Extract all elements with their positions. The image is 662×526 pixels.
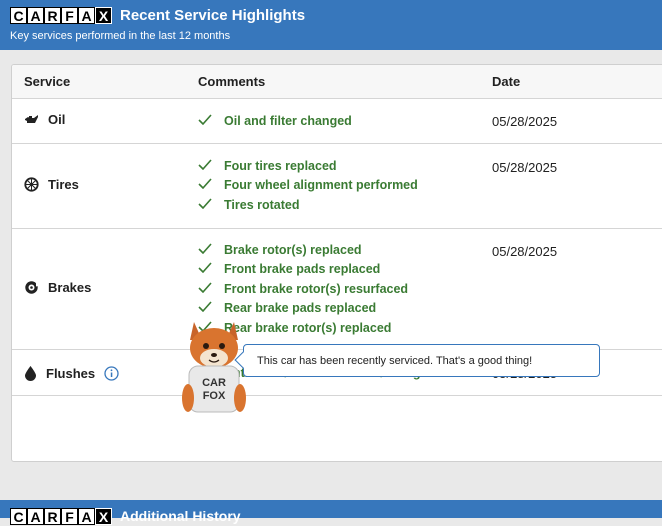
check-icon [198,262,212,276]
comment-text: Four wheel alignment performed [224,178,418,193]
mascot-message: This car has been recently serviced. Tha… [257,355,533,367]
logo-letter: C [10,508,27,525]
service-name: Flushes [46,365,96,381]
comment-text: Four tires replaced [224,158,337,173]
service-name: Tires [48,177,79,192]
comment-item: Tires rotated [198,195,418,215]
section-subtitle: Key services performed in the last 12 mo… [10,30,231,42]
carfox-mascot: CAR FOX [182,322,246,413]
comment-text: Oil and filter changed [224,113,352,128]
service-date: 05/28/2025 [492,114,558,129]
section-title: Additional History [120,508,241,524]
comment-item: Four wheel alignment performed [198,176,418,196]
comment-text: Front brake pads replaced [224,262,381,277]
section-title: Recent Service Highlights [120,7,306,24]
fox-shirt-text: CAR [202,377,226,389]
table-row: Oil Oil and filter changed 05/28/2025 [12,99,662,144]
logo-letter: R [44,7,61,24]
comments-cell: Four tires replaced Four wheel alignment… [198,156,418,215]
logo-letter: A [78,508,95,525]
comment-item: Front brake pads replaced [198,260,408,280]
logo-letter: A [27,508,44,525]
check-icon [198,282,212,296]
logo-letter: F [61,7,78,24]
check-icon [198,178,212,192]
service-cell: Flushes [24,365,128,381]
comment-item: Front brake rotor(s) resurfaced [198,279,408,299]
comment-text: Front brake rotor(s) resurfaced [224,281,409,296]
service-name: Brakes [48,280,92,295]
check-icon [198,301,212,315]
check-icon [198,243,212,257]
drop-icon [25,366,36,381]
table-header: Service Comments Date [12,65,662,99]
carfax-logo: C A R F A X [10,508,112,525]
section-header: C A R F A X Recent Service Highlights Ke… [0,0,662,50]
oil-can-icon [25,114,38,123]
column-header-comments: Comments [198,74,266,89]
fox-shirt-text: FOX [203,390,226,402]
tire-icon [24,177,39,192]
column-header-date: Date [492,74,521,89]
column-header-service: Service [24,74,71,89]
table-row: Tires Four tires replaced Four wheel ali… [12,144,662,229]
service-name: Oil [48,112,66,127]
logo-letter: A [27,7,44,24]
logo-letter: C [10,7,27,24]
logo-letter: F [61,508,78,525]
service-date: 05/28/2025 [492,244,558,259]
check-icon [198,114,212,128]
info-icon[interactable] [104,365,119,381]
service-cell: Oil [24,112,65,127]
carfax-logo: C A R F A X [10,7,112,24]
comment-text: Tires rotated [224,197,300,212]
comment-item: Four tires replaced [198,156,418,176]
logo-letter: X [95,7,112,24]
comments-cell: Oil and filter changed [198,111,352,131]
service-cell: Tires [24,177,79,192]
comment-text: Rear brake pads replaced [224,301,377,316]
comment-text: Brake rotor(s) replaced [224,242,362,257]
logo-letter: R [44,508,61,525]
next-section-header: C A R F A X Additional History [0,500,662,525]
comment-item: Oil and filter changed [198,111,352,131]
comment-item: Rear brake pads replaced [198,299,408,319]
table-row: Brakes Brake rotor(s) replaced Front bra… [12,229,662,350]
comment-item: Brake rotor(s) replaced [198,240,408,260]
service-cell: Brakes [24,280,91,295]
check-icon [198,159,212,173]
service-table-card: Service Comments Date Oil Oil and filter… [11,64,662,462]
mascot-speech-bubble: This car has been recently serviced. Tha… [243,344,600,377]
logo-letter: A [78,7,95,24]
logo-letter: X [95,508,112,525]
brake-icon [25,281,38,294]
service-date: 05/28/2025 [492,160,558,175]
check-icon [198,198,212,212]
